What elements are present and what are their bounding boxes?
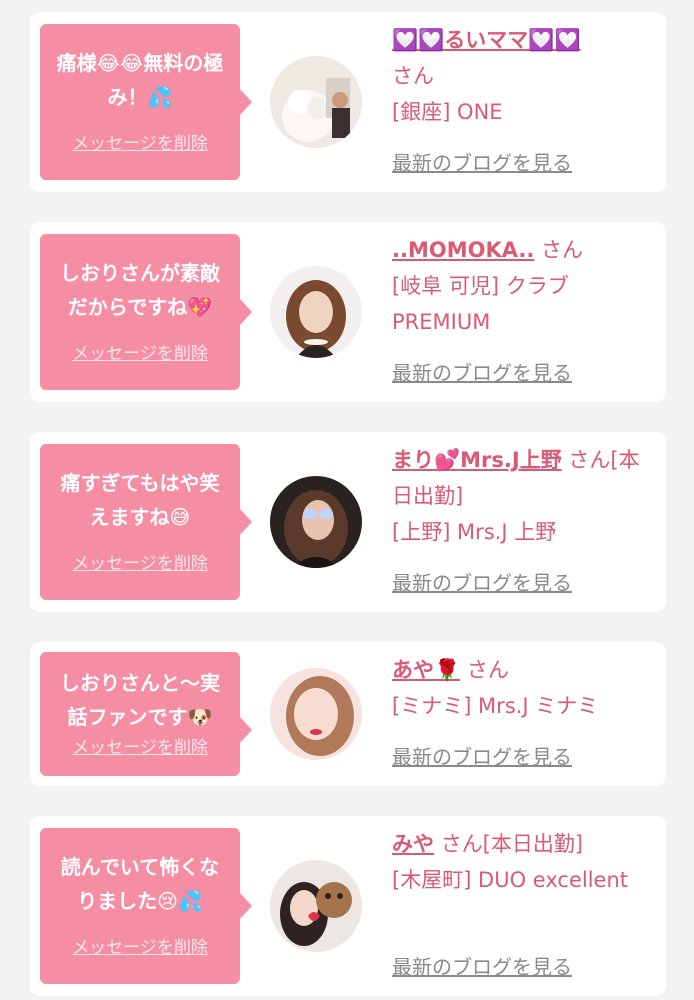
honorific: さん	[466, 658, 509, 682]
message-card: しおりさんと〜実話ファンです🐶 メッセージを削除 あや🌹 さん [ミナミ] Mr…	[30, 642, 666, 786]
shop-label: [ミナミ] Mrs.J ミナミ	[392, 694, 599, 718]
shop-label: [木屋町] DUO excellent	[392, 868, 629, 892]
delete-message-link[interactable]: メッセージを削除	[40, 549, 240, 574]
delete-message-link[interactable]: メッセージを削除	[40, 129, 240, 154]
honorific: さん	[541, 238, 584, 262]
sender-info: ..MOMOKA.. さん [岐阜 可児] クラブ PREMIUM	[392, 232, 654, 340]
shop-label: [岐阜 可児] クラブ PREMIUM	[392, 274, 569, 334]
sender-name[interactable]: あや🌹	[392, 658, 460, 682]
shop-label: [上野] Mrs.J 上野	[392, 520, 557, 544]
message-list: 痛様😂😂無料の極み！💦 メッセージを削除 💟💟るいママ💟💟 さん [銀座] ON…	[0, 0, 694, 1000]
message-bubble: 痛すぎてもはや笑えますね😅 メッセージを削除	[40, 444, 252, 600]
avatar[interactable]	[270, 476, 362, 568]
message-bubble: しおりさんが素敵だからですね💖 メッセージを削除	[40, 234, 252, 390]
sender-info: あや🌹 さん [ミナミ] Mrs.J ミナミ	[392, 652, 654, 724]
message-text: しおりさんと〜実話ファンです🐶	[60, 671, 220, 729]
sender-info: みや さん[本日出勤] [木屋町] DUO excellent	[392, 826, 654, 898]
shop-label: [銀座] ONE	[392, 100, 503, 124]
message-bubble: しおりさんと〜実話ファンです🐶 メッセージを削除	[40, 652, 252, 776]
avatar[interactable]	[270, 266, 362, 358]
latest-blog-link[interactable]: 最新のブログを見る	[392, 951, 572, 980]
avatar[interactable]	[270, 860, 362, 952]
avatar[interactable]	[270, 56, 362, 148]
latest-blog-link[interactable]: 最新のブログを見る	[392, 147, 572, 176]
honorific: さん[本日出勤]	[440, 832, 584, 856]
sender-name[interactable]: みや	[392, 832, 434, 856]
delete-message-link[interactable]: メッセージを削除	[40, 933, 240, 958]
sender-info: 💟💟るいママ💟💟 さん [銀座] ONE	[392, 22, 654, 130]
sender-info: まり💕Mrs.J上野 さん[本日出勤] [上野] Mrs.J 上野	[392, 442, 654, 550]
latest-blog-link[interactable]: 最新のブログを見る	[392, 357, 572, 386]
message-text: 痛様😂😂無料の極み！💦	[56, 51, 224, 109]
latest-blog-link[interactable]: 最新のブログを見る	[392, 741, 572, 770]
message-text: しおりさんが素敵だからですね💖	[60, 261, 220, 319]
message-card: 痛すぎてもはや笑えますね😅 メッセージを削除 まり💕Mrs.J上野 さん[本日出…	[30, 432, 666, 612]
message-card: 読んでいて怖くなりました😢💦 メッセージを削除 みや さん[本日出勤] [木屋町…	[30, 816, 666, 996]
message-bubble: 読んでいて怖くなりました😢💦 メッセージを削除	[40, 828, 252, 984]
message-card: しおりさんが素敵だからですね💖 メッセージを削除 ..MOMOKA.. さん […	[30, 222, 666, 402]
message-text: 痛すぎてもはや笑えますね😅	[60, 471, 220, 529]
sender-name[interactable]: ..MOMOKA..	[392, 238, 534, 262]
sender-name[interactable]: 💟💟るいママ💟💟	[392, 28, 581, 52]
message-card: 痛様😂😂無料の極み！💦 メッセージを削除 💟💟るいママ💟💟 さん [銀座] ON…	[30, 12, 666, 192]
delete-message-link[interactable]: メッセージを削除	[40, 339, 240, 364]
message-text: 読んでいて怖くなりました😢💦	[60, 855, 220, 913]
avatar[interactable]	[270, 668, 362, 760]
delete-message-link[interactable]: メッセージを削除	[40, 733, 240, 758]
message-bubble: 痛様😂😂無料の極み！💦 メッセージを削除	[40, 24, 252, 180]
latest-blog-link[interactable]: 最新のブログを見る	[392, 567, 572, 596]
sender-name[interactable]: まり💕Mrs.J上野	[392, 448, 562, 472]
honorific: さん	[392, 64, 434, 88]
